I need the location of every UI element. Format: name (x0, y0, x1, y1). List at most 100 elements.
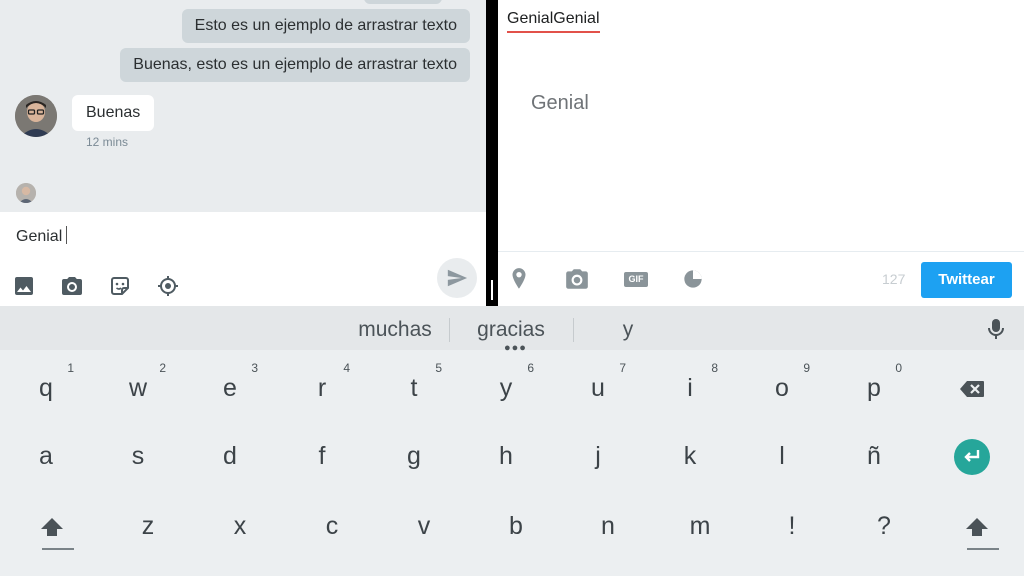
chat-pane: Esto es un ejemplo de arrastrar texto Bu… (0, 0, 486, 306)
key-o[interactable]: o9 (736, 354, 828, 422)
key-t[interactable]: t5 (368, 354, 460, 422)
key-label: p (867, 374, 881, 402)
message-bubble-partial (364, 0, 442, 4)
key-j[interactable]: j (552, 422, 644, 490)
avatar[interactable] (15, 95, 57, 137)
key-x[interactable]: x (194, 492, 286, 560)
key-label: q (39, 374, 53, 402)
gif-label: GIF (628, 274, 644, 284)
key-k[interactable]: k (644, 422, 736, 490)
shift-indicator (42, 548, 74, 550)
key-hint: 6 (527, 361, 534, 375)
message-input[interactable]: Genial (16, 226, 68, 246)
message-input-value: Genial (16, 228, 63, 245)
drag-text-ghost[interactable]: Genial (531, 92, 589, 115)
tweet-text-input[interactable]: GenialGenial (507, 10, 600, 33)
backspace-icon (960, 381, 984, 398)
message-timestamp: 12 mins (86, 135, 129, 149)
tweet-button[interactable]: Twittear (921, 262, 1012, 298)
key-question[interactable]: ? (838, 492, 930, 560)
suggestion-strip: muchas gracias y ●●● (0, 306, 1024, 354)
shift-indicator (967, 548, 999, 550)
suggestion-item-primary[interactable]: gracias (451, 318, 571, 342)
location-target-icon[interactable] (156, 274, 180, 298)
key-f[interactable]: f (276, 422, 368, 490)
message-bubble-outgoing[interactable]: Buenas, esto es un ejemplo de arrastrar … (120, 48, 470, 82)
tweet-text-value: GenialGenial (507, 10, 600, 27)
location-pin-icon[interactable] (506, 266, 532, 292)
key-hint: 1 (67, 361, 74, 375)
send-icon (447, 269, 468, 287)
sticker-icon[interactable] (108, 274, 132, 298)
key-u[interactable]: u7 (552, 354, 644, 422)
camera-icon[interactable] (60, 274, 84, 298)
read-receipt-avatar (16, 183, 36, 203)
key-w[interactable]: w2 (92, 354, 184, 422)
key-label: e (223, 374, 237, 402)
enter-icon (954, 439, 990, 476)
message-bubble-outgoing[interactable]: Esto es un ejemplo de arrastrar texto (181, 9, 470, 43)
shift-icon (966, 518, 988, 537)
key-hint: 7 (619, 361, 626, 375)
key-n[interactable]: n (562, 492, 654, 560)
key-exclamation[interactable]: ! (746, 492, 838, 560)
key-hint: 5 (435, 361, 442, 375)
key-hint: 4 (343, 361, 350, 375)
message-composer: Genial (0, 212, 486, 306)
key-l[interactable]: l (736, 422, 828, 490)
key-v[interactable]: v (378, 492, 470, 560)
send-button[interactable] (437, 258, 477, 298)
suggestion-item[interactable]: muchas (335, 318, 455, 342)
key-hint: 2 (159, 361, 166, 375)
key-b[interactable]: b (470, 492, 562, 560)
more-suggestions-icon[interactable]: ●●● (504, 343, 527, 354)
message-bubble-incoming[interactable]: Buenas (72, 95, 155, 131)
key-n-tilde[interactable]: ñ (828, 422, 920, 490)
spellcheck-underline (507, 31, 600, 33)
on-screen-keyboard: muchas gracias y ●●● q1 w2 e3 r4 t5 y6 u… (0, 306, 1024, 576)
key-label: u (591, 374, 605, 402)
key-e[interactable]: e3 (184, 354, 276, 422)
key-m[interactable]: m (654, 492, 746, 560)
key-s[interactable]: s (92, 422, 184, 490)
key-y[interactable]: y6 (460, 354, 552, 422)
image-icon[interactable] (12, 274, 36, 298)
key-q[interactable]: q1 (0, 354, 92, 422)
key-label: t (410, 374, 418, 402)
split-screen-divider[interactable] (486, 0, 498, 306)
mic-icon[interactable] (986, 318, 1006, 340)
key-i[interactable]: i8 (644, 354, 736, 422)
key-label: y (499, 374, 513, 402)
shift-key-left[interactable] (6, 492, 98, 560)
key-z[interactable]: z (102, 492, 194, 560)
camera-icon[interactable] (564, 266, 590, 292)
key-label: w (128, 374, 148, 402)
key-g[interactable]: g (368, 422, 460, 490)
poll-icon[interactable] (680, 266, 706, 292)
tweet-compose-pane: GenialGenial Genial GIF 127 Twittear (498, 0, 1024, 306)
split-screen-handle[interactable] (491, 280, 493, 300)
key-r[interactable]: r4 (276, 354, 368, 422)
key-hint: 9 (803, 361, 810, 375)
backspace-key[interactable] (926, 354, 1018, 422)
character-counter: 127 (882, 271, 906, 287)
key-label: r (317, 374, 327, 402)
suggestion-item[interactable]: y (568, 318, 688, 342)
key-label: i (687, 374, 693, 402)
enter-key[interactable] (926, 422, 1018, 490)
key-hint: 0 (895, 361, 902, 375)
suggestion-divider (449, 318, 450, 342)
key-a[interactable]: a (0, 422, 92, 490)
key-h[interactable]: h (460, 422, 552, 490)
gif-icon[interactable]: GIF (622, 266, 650, 292)
key-label: o (775, 374, 789, 402)
key-c[interactable]: c (286, 492, 378, 560)
key-d[interactable]: d (184, 422, 276, 490)
key-p[interactable]: p0 (828, 354, 920, 422)
key-hint: 8 (711, 361, 718, 375)
shift-icon (41, 518, 63, 537)
tweet-toolbar: GIF 127 Twittear (498, 251, 1024, 306)
shift-key-right[interactable] (931, 492, 1023, 560)
text-caret (66, 226, 68, 244)
key-hint: 3 (251, 361, 258, 375)
